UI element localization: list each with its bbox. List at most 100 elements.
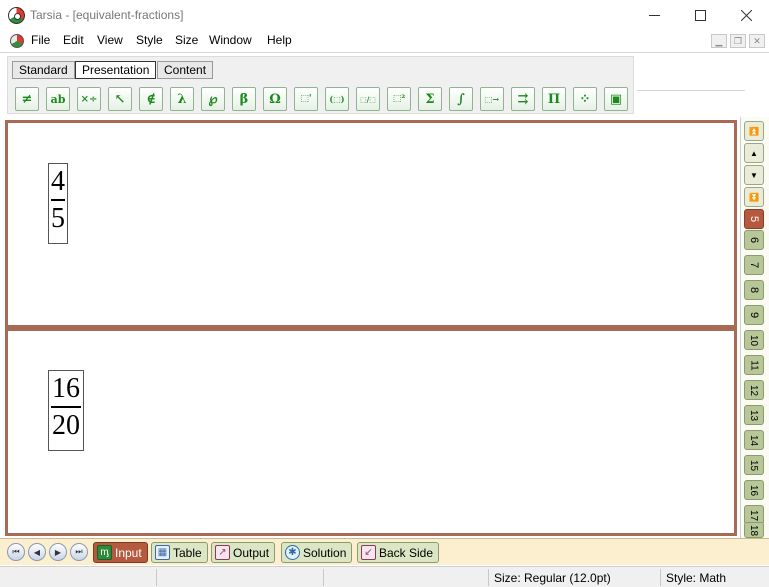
page-button-6[interactable]: 6: [744, 230, 764, 250]
integral-button[interactable]: ∫: [449, 87, 473, 111]
menu-size[interactable]: Size: [175, 33, 198, 47]
omega-button[interactable]: Ω: [263, 87, 287, 111]
output-icon: ↗: [215, 545, 230, 560]
menu-help[interactable]: Help: [267, 33, 292, 47]
parentheses-button[interactable]: (⬚): [325, 87, 349, 111]
box-icon: ▣: [609, 91, 623, 107]
menu-edit[interactable]: Edit: [63, 33, 84, 47]
power-button[interactable]: ⬚²: [387, 87, 411, 111]
page-button-11[interactable]: 11: [744, 355, 764, 375]
restore-icon: ❐: [733, 35, 743, 46]
minimize-icon: [648, 15, 660, 16]
denominator: 5: [51, 203, 65, 234]
previous-page-button[interactable]: ▲: [744, 143, 764, 163]
next-button[interactable]: ▶: [49, 543, 67, 561]
workspace: 4 5 16 20: [0, 117, 740, 538]
page-strip: ⏫ ▲ ▼ ⏬ 5 6 7 8 9 10 11 12 13 14 15 16 1…: [740, 117, 769, 538]
first-button[interactable]: ⏮: [7, 543, 25, 561]
page-button-8[interactable]: 8: [744, 280, 764, 300]
matrix-button[interactable]: ⁘: [573, 87, 597, 111]
beta-icon: β: [239, 91, 249, 107]
sum-button[interactable]: Σ: [418, 87, 442, 111]
tab-presentation[interactable]: Presentation: [75, 61, 157, 79]
menu-style[interactable]: Style: [136, 33, 163, 47]
next-page-button[interactable]: ▼: [744, 165, 764, 185]
multiply-divide-button[interactable]: ×÷: [77, 87, 101, 111]
page-button-7[interactable]: 7: [744, 255, 764, 275]
tab-input[interactable]: ᶆ Input: [93, 542, 148, 563]
page-label: 18: [748, 524, 760, 536]
page-button-16[interactable]: 16: [744, 480, 764, 500]
fraction-bottom[interactable]: 16 20: [48, 370, 84, 451]
card-bottom[interactable]: 16 20: [5, 328, 737, 536]
arrow-button[interactable]: ↖: [108, 87, 132, 111]
tab-back-side-label: Back Side: [379, 545, 434, 560]
maximize-button[interactable]: [677, 0, 723, 31]
last-page-button[interactable]: ⏬: [744, 187, 764, 207]
page-label: 11: [748, 359, 760, 371]
first-page-button[interactable]: ⏫: [744, 121, 764, 141]
menu-file[interactable]: File: [31, 33, 50, 47]
parentheses-icon: (⬚): [329, 94, 345, 104]
close-button[interactable]: [723, 0, 769, 31]
tab-table[interactable]: ▦ Table: [151, 542, 208, 563]
page-button-10[interactable]: 10: [744, 330, 764, 350]
superscript-box-button[interactable]: ⬚': [294, 87, 318, 111]
menu-view[interactable]: View: [97, 33, 123, 47]
toolbar-area: Standard Presentation Content ≠ ab ×÷ ↖ …: [0, 52, 769, 115]
status-separator: [660, 569, 661, 586]
double-down-icon: ⏬: [749, 192, 759, 202]
page-label: 5: [748, 215, 760, 223]
superscript-box-icon: ⬚': [300, 94, 312, 104]
table-icon: ▦: [155, 545, 170, 560]
omega-icon: Ω: [269, 91, 281, 107]
mdi-close-button[interactable]: ✕: [749, 34, 765, 48]
beta-button[interactable]: β: [232, 87, 256, 111]
under-arrow-button[interactable]: ⬚→: [480, 87, 504, 111]
page-button-15[interactable]: 15: [744, 455, 764, 475]
status-style: Style: Math: [666, 571, 727, 585]
minimize-icon: ▁: [715, 35, 723, 46]
previous-button[interactable]: ◀: [28, 543, 46, 561]
text-box-button[interactable]: ab: [46, 87, 70, 111]
mdi-minimize-button[interactable]: ▁: [711, 34, 727, 48]
card-top[interactable]: 4 5: [5, 120, 737, 328]
last-button[interactable]: ⏭: [70, 543, 88, 561]
page-button-18[interactable]: 18: [744, 522, 764, 538]
minimize-button[interactable]: [631, 0, 677, 31]
tab-standard[interactable]: Standard: [12, 61, 75, 79]
product-button[interactable]: Π: [542, 87, 566, 111]
lambda-button[interactable]: λ: [170, 87, 194, 111]
page-button-14[interactable]: 14: [744, 430, 764, 450]
not-element-icon: ∉: [146, 91, 156, 107]
not-equal-button[interactable]: ≠: [15, 87, 39, 111]
not-element-button[interactable]: ∉: [139, 87, 163, 111]
mdi-restore-button[interactable]: ❐: [730, 34, 746, 48]
up-icon: ▲: [750, 148, 758, 158]
page-button-5[interactable]: 5: [744, 209, 764, 229]
menu-window[interactable]: Window: [209, 33, 252, 47]
page-label: 16: [748, 484, 760, 496]
page-button-9[interactable]: 9: [744, 305, 764, 325]
numerator: 4: [51, 166, 65, 197]
product-icon: Π: [547, 91, 561, 107]
tab-back-side[interactable]: ↙ Back Side: [357, 542, 440, 563]
tab-output[interactable]: ↗ Output: [211, 542, 276, 563]
maximize-icon: [694, 10, 706, 21]
page-button-12[interactable]: 12: [744, 380, 764, 400]
tab-content[interactable]: Content: [157, 61, 214, 79]
power-icon: ⬚²: [392, 94, 406, 104]
over-arrow-button[interactable]: ⇉: [511, 87, 535, 111]
not-equal-icon: ≠: [21, 91, 33, 107]
page-button-13[interactable]: 13: [744, 405, 764, 425]
app-icon[interactable]: [8, 7, 25, 24]
fraction-button[interactable]: ⬚/⬚: [356, 87, 380, 111]
tab-solution[interactable]: ✱ Solution: [281, 542, 353, 563]
document-icon[interactable]: [10, 34, 24, 48]
numerator: 16: [52, 373, 80, 404]
symbol-button[interactable]: ℘: [201, 87, 225, 111]
fraction-icon: ⬚/⬚: [360, 94, 376, 104]
fraction-top[interactable]: 4 5: [48, 163, 68, 244]
first-icon: ⏮: [12, 547, 20, 556]
box-button[interactable]: ▣: [604, 87, 628, 111]
